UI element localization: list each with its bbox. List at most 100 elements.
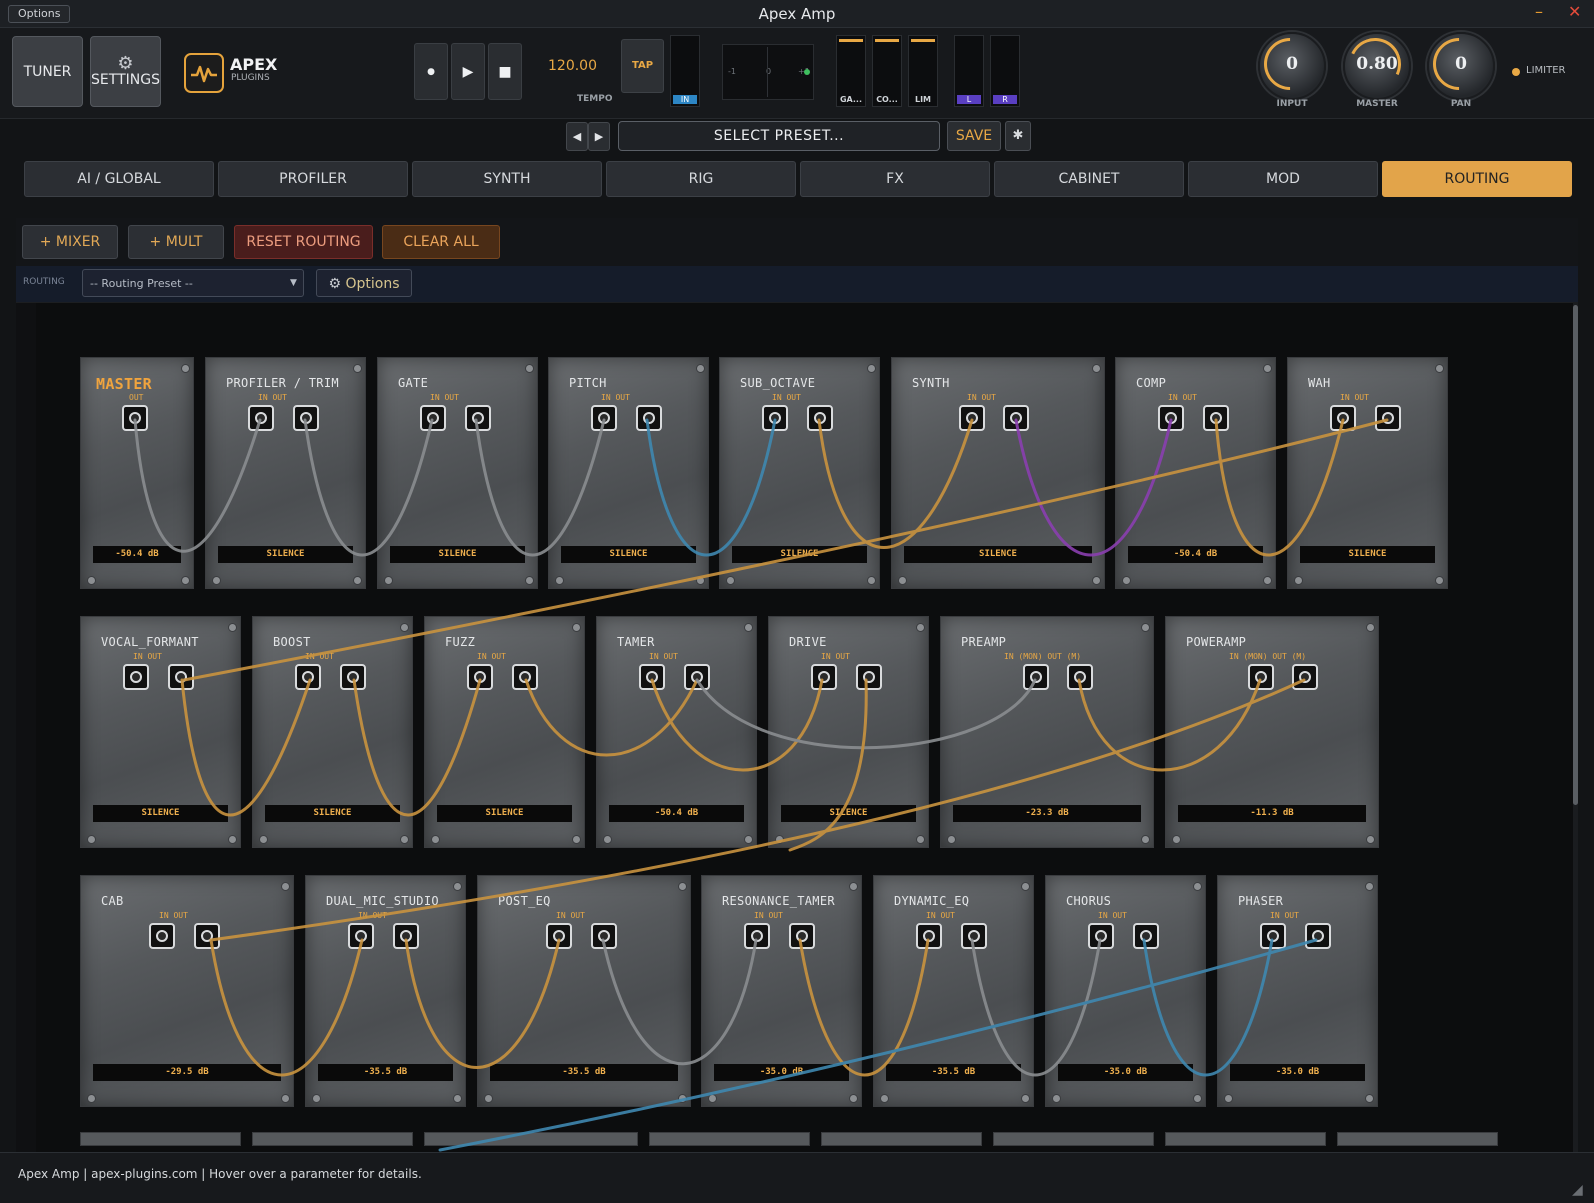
in-jack[interactable]	[1330, 405, 1356, 431]
out-jack[interactable]	[465, 405, 491, 431]
out-jack[interactable]	[1292, 664, 1318, 690]
out-jack[interactable]	[591, 923, 617, 949]
module-partial[interactable]	[1337, 1132, 1498, 1146]
routing-options-button[interactable]: ⚙ Options	[316, 269, 412, 297]
tab-profiler[interactable]: PROFILER	[218, 161, 408, 197]
window-options-button[interactable]: Options	[8, 5, 71, 23]
in-jack[interactable]	[591, 405, 617, 431]
tab-synth[interactable]: SYNTH	[412, 161, 602, 197]
in-jack[interactable]	[149, 923, 175, 949]
in-jack[interactable]	[1088, 923, 1114, 949]
in-jack[interactable]	[1158, 405, 1184, 431]
input-knob[interactable]: 0	[1253, 27, 1327, 101]
minimize-icon[interactable]: –	[1535, 2, 1543, 21]
master-knob[interactable]: 0.80	[1341, 30, 1411, 100]
module-comp[interactable]: COMP IN OUT -50.4 dB	[1115, 357, 1276, 589]
module-partial[interactable]	[1165, 1132, 1326, 1146]
module-dual-mic-studio[interactable]: DUAL_MIC_STUDIO IN OUT -35.5 dB	[305, 875, 466, 1107]
out-jack[interactable]	[168, 664, 194, 690]
in-jack[interactable]	[295, 664, 321, 690]
module-post-eq[interactable]: POST_EQ IN OUT -35.5 dB	[477, 875, 691, 1107]
add-mult-button[interactable]: + MULT	[128, 225, 224, 259]
tap-tempo-button[interactable]: TAP	[621, 39, 664, 93]
module-partial[interactable]	[993, 1132, 1154, 1146]
tab-routing[interactable]: ROUTING	[1382, 161, 1572, 197]
module-partial[interactable]	[80, 1132, 241, 1146]
out-jack[interactable]	[1003, 405, 1029, 431]
add-mixer-button[interactable]: + MIXER	[22, 225, 118, 259]
out-jack[interactable]	[393, 923, 419, 949]
tab-mod[interactable]: MOD	[1188, 161, 1378, 197]
module-partial[interactable]	[821, 1132, 982, 1146]
out-jack[interactable]	[340, 664, 366, 690]
tab-ai-global[interactable]: AI / GLOBAL	[24, 161, 214, 197]
module-profiler-trim[interactable]: PROFILER / TRIM IN OUT SILENCE	[205, 357, 366, 589]
in-jack[interactable]	[959, 405, 985, 431]
preset-star-button[interactable]: ✱	[1005, 121, 1031, 151]
out-jack[interactable]	[856, 664, 882, 690]
preset-selector[interactable]: SELECT PRESET...	[618, 121, 940, 151]
close-icon[interactable]: ✕	[1568, 2, 1581, 21]
out-jack[interactable]	[961, 923, 987, 949]
out-jack[interactable]	[1133, 923, 1159, 949]
module-resonance-tamer[interactable]: RESONANCE_TAMER IN OUT -35.0 dB	[701, 875, 862, 1107]
module-poweramp[interactable]: POWERAMP IN (MON) OUT (M) -11.3 dB	[1165, 616, 1379, 848]
prev-preset-button[interactable]: ◀	[566, 122, 588, 151]
tempo-value[interactable]: 120.00	[548, 58, 597, 74]
out-jack[interactable]	[512, 664, 538, 690]
out-jack[interactable]	[293, 405, 319, 431]
out-jack[interactable]	[789, 923, 815, 949]
in-jack[interactable]	[916, 923, 942, 949]
canvas-scrollbar-thumb[interactable]	[1573, 305, 1578, 805]
record-button[interactable]: ●	[414, 43, 448, 100]
module-tamer[interactable]: TAMER IN OUT -50.4 dB	[596, 616, 757, 848]
out-jack[interactable]	[684, 664, 710, 690]
out-jack[interactable]	[1305, 923, 1331, 949]
module-partial[interactable]	[252, 1132, 413, 1146]
settings-button[interactable]: ⚙ SETTINGS	[90, 36, 161, 107]
module-sub-octave[interactable]: SUB_OCTAVE IN OUT SILENCE	[719, 357, 880, 589]
out-jack[interactable]	[1375, 405, 1401, 431]
module-phaser[interactable]: PHASER IN OUT -35.0 dB	[1217, 875, 1378, 1107]
module-preamp[interactable]: PREAMP IN (MON) OUT (M) -23.3 dB	[940, 616, 1154, 848]
tuner-button[interactable]: TUNER	[12, 36, 83, 107]
clear-all-button[interactable]: CLEAR ALL	[382, 225, 500, 259]
next-preset-button[interactable]: ▶	[588, 122, 610, 151]
in-jack[interactable]	[1260, 923, 1286, 949]
out-jack[interactable]	[636, 405, 662, 431]
in-jack[interactable]	[1248, 664, 1274, 690]
out-jack[interactable]	[1067, 664, 1093, 690]
out-jack[interactable]	[194, 923, 220, 949]
limiter-indicator[interactable]	[1512, 68, 1520, 76]
save-button[interactable]: SAVE	[947, 121, 1001, 151]
in-jack[interactable]	[123, 664, 149, 690]
resize-grip-icon[interactable]: ◢	[1572, 1182, 1583, 1198]
module-wah[interactable]: WAH IN OUT SILENCE	[1287, 357, 1448, 589]
in-jack[interactable]	[248, 405, 274, 431]
in-jack[interactable]	[762, 405, 788, 431]
module-partial[interactable]	[424, 1132, 638, 1146]
module-dynamic-eq[interactable]: DYNAMIC_EQ IN OUT -35.5 dB	[873, 875, 1034, 1107]
in-jack[interactable]	[1023, 664, 1049, 690]
module-gate[interactable]: GATE IN OUT SILENCE	[377, 357, 538, 589]
module-drive[interactable]: DRIVE IN OUT SILENCE	[768, 616, 929, 848]
in-jack[interactable]	[546, 923, 572, 949]
in-jack[interactable]	[420, 405, 446, 431]
module-chorus[interactable]: CHORUS IN OUT -35.0 dB	[1045, 875, 1206, 1107]
stop-button[interactable]: ■	[488, 43, 522, 100]
module-fuzz[interactable]: FUZZ IN OUT SILENCE	[424, 616, 585, 848]
tab-fx[interactable]: FX	[800, 161, 990, 197]
reset-routing-button[interactable]: RESET ROUTING	[234, 225, 373, 259]
play-button[interactable]: ▶	[451, 43, 485, 100]
module-vocal-formant[interactable]: VOCAL_FORMANT IN OUT SILENCE	[80, 616, 241, 848]
tab-rig[interactable]: RIG	[606, 161, 796, 197]
in-jack[interactable]	[467, 664, 493, 690]
module-boost[interactable]: BOOST IN OUT SILENCE	[252, 616, 413, 848]
routing-preset-select[interactable]: -- Routing Preset --	[82, 269, 304, 297]
out-jack[interactable]	[122, 405, 148, 431]
in-jack[interactable]	[639, 664, 665, 690]
module-cab[interactable]: CAB IN OUT -29.5 dB	[80, 875, 294, 1107]
out-jack[interactable]	[807, 405, 833, 431]
module-master[interactable]: MASTER OUT -50.4 dB	[80, 357, 194, 589]
pan-knob[interactable]: 0	[1422, 27, 1496, 101]
